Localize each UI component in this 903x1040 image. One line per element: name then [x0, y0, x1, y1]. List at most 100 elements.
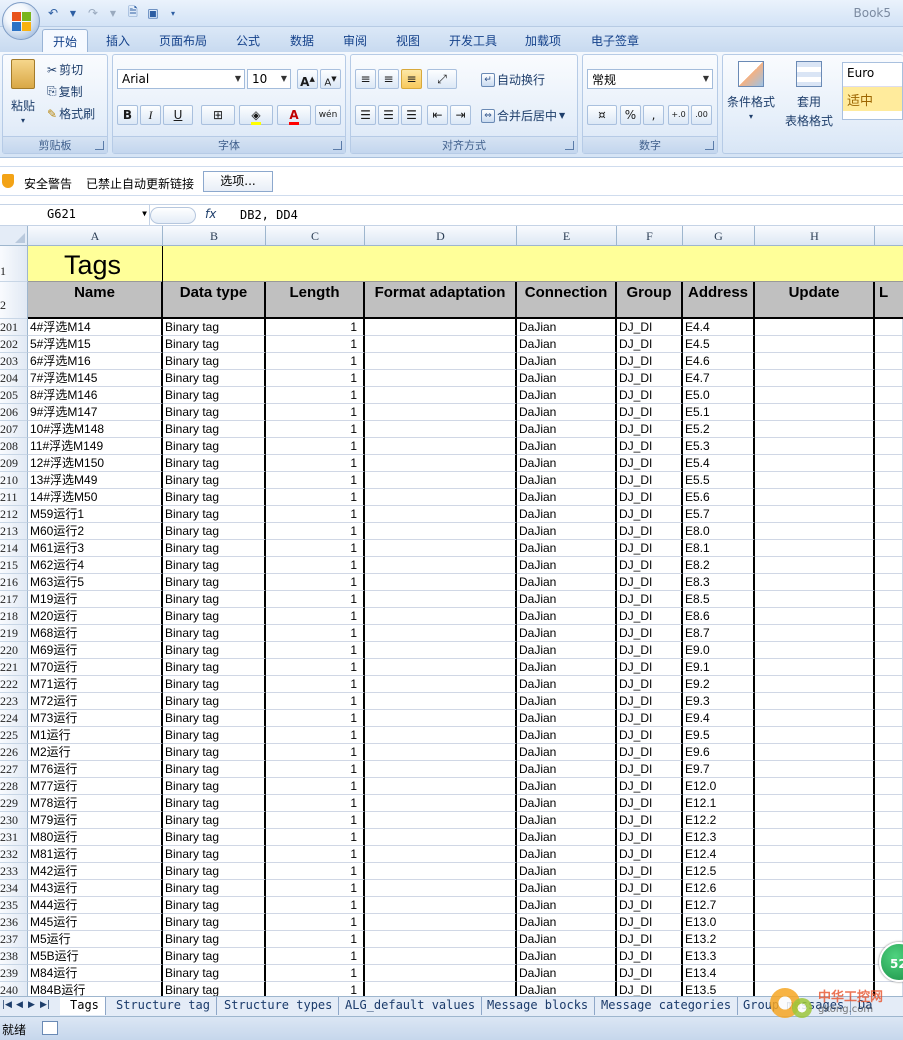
phonetic-guide-button[interactable]: wén	[315, 105, 341, 125]
cell-next[interactable]	[875, 540, 903, 557]
fill-color-button[interactable]: ◈	[239, 105, 273, 125]
cell-next[interactable]	[875, 676, 903, 693]
font-launcher-icon[interactable]	[333, 141, 342, 150]
sheet-tab-message-categories[interactable]: Message categories	[591, 997, 739, 1015]
cell-format-adaptation[interactable]	[365, 846, 517, 863]
cell-format-adaptation[interactable]	[365, 778, 517, 795]
cell-length[interactable]: 1	[266, 659, 365, 676]
cell-group[interactable]: DJ_DI	[617, 540, 683, 557]
row-header[interactable]: 204	[0, 370, 28, 387]
cell-group[interactable]: DJ_DI	[617, 370, 683, 387]
cell-length[interactable]: 1	[266, 523, 365, 540]
cell-length[interactable]: 1	[266, 744, 365, 761]
row-header[interactable]: 235	[0, 897, 28, 914]
cell-update[interactable]	[755, 846, 875, 863]
next-sheet-icon[interactable]: ▶	[28, 1000, 35, 1010]
cell-length[interactable]: 1	[266, 319, 365, 336]
cell-update[interactable]	[755, 931, 875, 948]
cell-length[interactable]: 1	[266, 846, 365, 863]
cell-group[interactable]: DJ_DI	[617, 591, 683, 608]
cell-connection[interactable]: DaJian	[517, 761, 617, 778]
cell-name[interactable]: 5#浮选M15	[28, 336, 163, 353]
cell-length[interactable]: 1	[266, 387, 365, 404]
cell-update[interactable]	[755, 710, 875, 727]
cell-connection[interactable]: DaJian	[517, 540, 617, 557]
cell-name[interactable]: M68运行	[28, 625, 163, 642]
cell-name[interactable]: M69运行	[28, 642, 163, 659]
cell-update[interactable]	[755, 574, 875, 591]
cell-address[interactable]: E13.0	[683, 914, 755, 931]
cell-update[interactable]	[755, 642, 875, 659]
cell-group[interactable]: DJ_DI	[617, 574, 683, 591]
cell-next[interactable]	[875, 319, 903, 336]
increase-decimal-button[interactable]: +.0	[668, 105, 689, 125]
cell-length[interactable]: 1	[266, 727, 365, 744]
cell-group[interactable]: DJ_DI	[617, 880, 683, 897]
tab-page-layout[interactable]: 页面布局	[150, 29, 216, 52]
cell-update[interactable]	[755, 608, 875, 625]
cell-name[interactable]: M1运行	[28, 727, 163, 744]
cell-name[interactable]: M5B运行	[28, 948, 163, 965]
cell-data-type[interactable]: Binary tag	[163, 710, 266, 727]
cell-address[interactable]: E8.0	[683, 523, 755, 540]
cell-data-type[interactable]: Binary tag	[163, 574, 266, 591]
cell-address[interactable]: E5.1	[683, 404, 755, 421]
cell-name[interactable]: M76运行	[28, 761, 163, 778]
cell-length[interactable]: 1	[266, 795, 365, 812]
cell-name[interactable]: M79运行	[28, 812, 163, 829]
cell-data-type[interactable]: Binary tag	[163, 421, 266, 438]
cell-data-type[interactable]: Binary tag	[163, 438, 266, 455]
cell-data-type[interactable]: Binary tag	[163, 727, 266, 744]
cell-next[interactable]	[875, 574, 903, 591]
cell-update[interactable]	[755, 625, 875, 642]
cell-format-adaptation[interactable]	[365, 523, 517, 540]
cell-address[interactable]: E12.4	[683, 846, 755, 863]
cell-address[interactable]: E5.5	[683, 472, 755, 489]
align-top-button[interactable]: ≡	[355, 69, 376, 89]
cell-next[interactable]	[875, 761, 903, 778]
header-length[interactable]: Length	[266, 282, 365, 319]
cell-next[interactable]	[875, 846, 903, 863]
cell-next[interactable]	[875, 727, 903, 744]
cell-connection[interactable]: DaJian	[517, 574, 617, 591]
cell-next[interactable]	[875, 778, 903, 795]
cell-length[interactable]: 1	[266, 370, 365, 387]
worksheet-grid[interactable]: A B C D E F G H 1 2 Tags Name Data type …	[0, 226, 903, 999]
cell-group[interactable]: DJ_DI	[617, 455, 683, 472]
cell-update[interactable]	[755, 693, 875, 710]
cell-update[interactable]	[755, 557, 875, 574]
cell-address[interactable]: E9.5	[683, 727, 755, 744]
cell-group[interactable]: DJ_DI	[617, 438, 683, 455]
cell-connection[interactable]: DaJian	[517, 931, 617, 948]
cell-next[interactable]	[875, 336, 903, 353]
cell-group[interactable]: DJ_DI	[617, 829, 683, 846]
cell-update[interactable]	[755, 948, 875, 965]
sheet-tab-alg-default-values[interactable]: ALG_default values	[335, 997, 483, 1015]
cell-group[interactable]: DJ_DI	[617, 778, 683, 795]
tab-developer[interactable]: 开发工具	[440, 29, 506, 52]
cell-next[interactable]	[875, 829, 903, 846]
cell-next[interactable]	[875, 608, 903, 625]
customize-toolbar-icon[interactable]: ▾	[164, 4, 182, 22]
cell-format-adaptation[interactable]	[365, 863, 517, 880]
cell-group[interactable]: DJ_DI	[617, 336, 683, 353]
cell-length[interactable]: 1	[266, 965, 365, 982]
cell-next[interactable]	[875, 370, 903, 387]
cell-group[interactable]: DJ_DI	[617, 727, 683, 744]
cell-length[interactable]: 1	[266, 489, 365, 506]
font-color-button[interactable]: A	[277, 105, 311, 125]
cut-button[interactable]: ✂ 剪切	[47, 61, 83, 78]
cell-format-adaptation[interactable]	[365, 659, 517, 676]
cell-name[interactable]: 4#浮选M14	[28, 319, 163, 336]
cell-data-type[interactable]: Binary tag	[163, 387, 266, 404]
cell-length[interactable]: 1	[266, 642, 365, 659]
cell-next[interactable]	[875, 710, 903, 727]
cell-data-type[interactable]: Binary tag	[163, 353, 266, 370]
cell-group[interactable]: DJ_DI	[617, 846, 683, 863]
alignment-launcher-icon[interactable]	[565, 141, 574, 150]
cell-connection[interactable]: DaJian	[517, 948, 617, 965]
cell-connection[interactable]: DaJian	[517, 880, 617, 897]
cell-format-adaptation[interactable]	[365, 744, 517, 761]
style-neutral[interactable]: 适中	[843, 87, 902, 111]
cell-group[interactable]: DJ_DI	[617, 897, 683, 914]
